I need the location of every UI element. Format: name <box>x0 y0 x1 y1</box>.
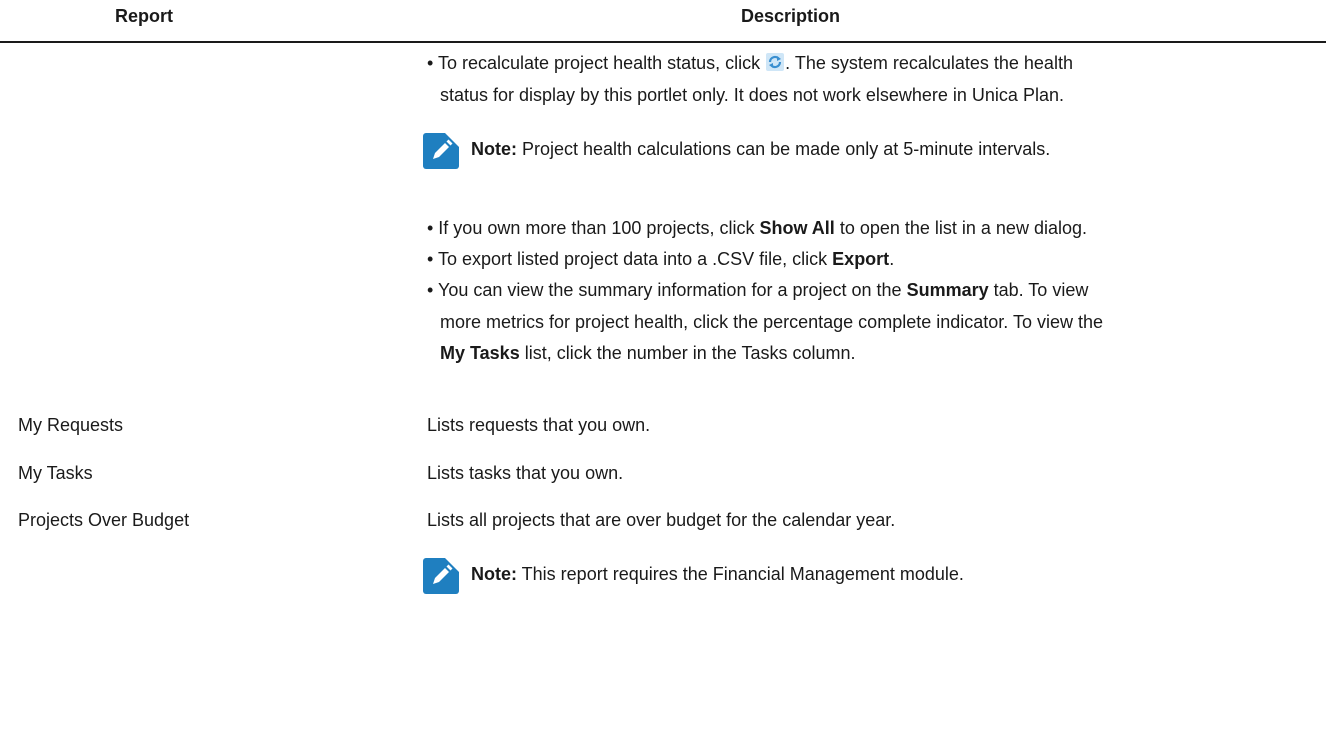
showall-text-pre: • If you own more than 100 projects, cli… <box>427 218 760 238</box>
recalc-text-post: . The system recalculates the health <box>785 53 1073 73</box>
export-text-post: . <box>889 249 895 269</box>
note-label: Note: <box>471 139 517 159</box>
summary-text-pre: • You can view the summary information f… <box>427 280 907 300</box>
note-text: Project health calculations can be made … <box>517 139 1051 159</box>
note-text: This report requires the Financial Manag… <box>517 564 964 584</box>
recalc-text-pre: • To recalculate project health status, … <box>427 53 766 73</box>
pencil-note-icon <box>423 133 459 169</box>
pencil-note-icon <box>423 558 459 594</box>
recalc-text-line2: status for display by this portlet only.… <box>440 85 1064 105</box>
list-item-summary: • You can view the summary information f… <box>427 278 1088 302</box>
column-header-description: Description <box>741 6 841 26</box>
export-text-pre: • To export listed project data into a .… <box>427 249 833 269</box>
list-item-recalculate: • To recalculate project health status, … <box>427 51 1073 75</box>
summary-text-line3-post: list, click the number in the Tasks colu… <box>519 343 856 363</box>
table-header: Report Description <box>0 0 1326 43</box>
summary-label: Summary <box>906 280 989 300</box>
row-desc-my-requests: Lists requests that you own. <box>427 415 651 435</box>
row-desc-projects-over-budget: Lists all projects that are over budget … <box>427 510 896 530</box>
export-label: Export <box>832 249 890 269</box>
show-all-label: Show All <box>759 218 835 238</box>
row-desc-my-tasks: Lists tasks that you own. <box>427 463 624 483</box>
note-label: Note: <box>471 564 517 584</box>
summary-text-post: tab. To view <box>988 280 1089 300</box>
row-name-my-tasks: My Tasks <box>18 463 93 483</box>
row-name-projects-over-budget: Projects Over Budget <box>18 510 190 530</box>
my-tasks-label: My Tasks <box>440 343 520 363</box>
refresh-icon[interactable] <box>766 53 785 71</box>
showall-text-post: to open the list in a new dialog. <box>834 218 1087 238</box>
summary-text-line3: My Tasks list, click the number in the T… <box>440 341 856 365</box>
summary-text-line2: more metrics for project health, click t… <box>440 312 1103 332</box>
column-header-report: Report <box>115 6 173 26</box>
list-item-show-all: • If you own more than 100 projects, cli… <box>427 216 1087 240</box>
row-name-my-requests: My Requests <box>18 415 124 435</box>
list-item-export: • To export listed project data into a .… <box>427 247 894 271</box>
